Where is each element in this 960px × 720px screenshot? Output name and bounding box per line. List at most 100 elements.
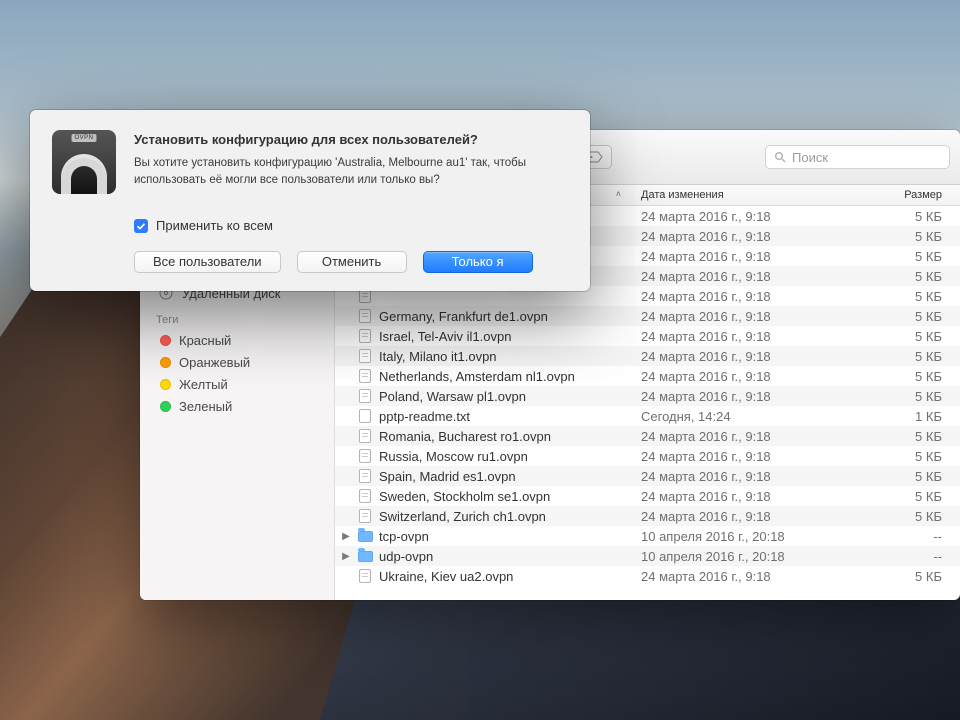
file-size: 5 КБ: [890, 309, 960, 324]
ovpn-file-icon: [357, 328, 373, 344]
search-placeholder: Поиск: [792, 150, 828, 165]
column-header-size[interactable]: Размер: [890, 189, 960, 201]
file-date: 24 марта 2016 г., 9:18: [635, 469, 890, 484]
file-row[interactable]: Ukraine, Kiev ua2.ovpn 24 марта 2016 г., …: [335, 566, 960, 586]
file-size: 5 КБ: [890, 249, 960, 264]
file-row[interactable]: Israel, Tel-Aviv il1.ovpn24 марта 2016 г…: [335, 326, 960, 346]
file-row[interactable]: Italy, Milano it1.ovpn 24 марта 2016 г., …: [335, 346, 960, 366]
app-icon-badge: OVPN: [71, 134, 96, 142]
file-date: 24 марта 2016 г., 9:18: [635, 369, 890, 384]
sort-asc-icon: ˄: [616, 189, 629, 201]
file-date: 24 марта 2016 г., 9:18: [635, 349, 890, 364]
ovpn-file-icon: [357, 388, 373, 404]
file-date: 24 марта 2016 г., 9:18: [635, 389, 890, 404]
file-size: 5 КБ: [890, 449, 960, 464]
file-name: Romania, Bucharest ro1.ovpn: [379, 429, 551, 444]
cancel-button[interactable]: Отменить: [297, 251, 407, 273]
file-name: Switzerland, Zurich ch1.ovpn: [379, 509, 546, 524]
sidebar-item-label: Зеленый: [179, 399, 232, 414]
disclosure-triangle-icon[interactable]: ▶: [341, 531, 351, 542]
ovpn-file-icon: [357, 308, 373, 324]
folder-icon: [357, 528, 373, 544]
folder-icon: [357, 548, 373, 564]
tag-color-icon: [160, 401, 171, 412]
file-name: Ukraine, Kiev ua2.ovpn: [379, 569, 513, 584]
ovpn-file-icon: [357, 348, 373, 364]
ovpn-file-icon: [357, 428, 373, 444]
only-me-button[interactable]: Только я: [423, 251, 533, 273]
folder-row[interactable]: ▶ tcp-ovpn 10 апреля 2016 г., 20:18--: [335, 526, 960, 546]
install-config-dialog: OVPN Установить конфигурацию для всех по…: [30, 110, 590, 291]
file-size: 5 КБ: [890, 329, 960, 344]
file-name: Netherlands, Amsterdam nl1.ovpn: [379, 369, 575, 384]
column-header-date[interactable]: Дата изменения: [635, 189, 890, 201]
file-date: 24 марта 2016 г., 9:18: [635, 429, 890, 444]
file-size: 5 КБ: [890, 349, 960, 364]
file-name: Russia, Moscow ru1.ovpn: [379, 449, 528, 464]
file-date: 24 марта 2016 г., 9:18: [635, 289, 890, 304]
tag-color-icon: [160, 379, 171, 390]
text-file-icon: [357, 408, 373, 424]
file-date: 24 марта 2016 г., 9:18: [635, 229, 890, 244]
file-date: 24 марта 2016 г., 9:18: [635, 449, 890, 464]
folder-row[interactable]: ▶ udp-ovpn 10 апреля 2016 г., 20:18--: [335, 546, 960, 566]
ovpn-file-icon: [357, 568, 373, 584]
ovpn-file-icon: [357, 448, 373, 464]
file-date: 10 апреля 2016 г., 20:18: [635, 549, 890, 564]
tag-color-icon: [160, 357, 171, 368]
file-date: 24 марта 2016 г., 9:18: [635, 309, 890, 324]
file-name: Italy, Milano it1.ovpn: [379, 349, 497, 364]
file-size: 5 КБ: [890, 569, 960, 584]
file-size: --: [890, 529, 960, 544]
file-size: 5 КБ: [890, 269, 960, 284]
file-row[interactable]: Romania, Bucharest ro1.ovpn 24 марта 2016…: [335, 426, 960, 446]
file-size: 5 КБ: [890, 289, 960, 304]
file-row[interactable]: pptp-readme.txtСегодня, 14:241 КБ: [335, 406, 960, 426]
file-row[interactable]: Sweden, Stockholm se1.ovpn24 марта 2016 …: [335, 486, 960, 506]
file-size: 5 КБ: [890, 509, 960, 524]
search-icon: [774, 151, 786, 163]
apply-to-all-checkbox[interactable]: Применить ко всем: [134, 218, 568, 233]
file-row[interactable]: Spain, Madrid es1.ovpn24 марта 2016 г., …: [335, 466, 960, 486]
file-size: 5 КБ: [890, 389, 960, 404]
file-size: 5 КБ: [890, 369, 960, 384]
file-size: 5 КБ: [890, 429, 960, 444]
file-size: 5 КБ: [890, 229, 960, 244]
file-date: 10 апреля 2016 г., 20:18: [635, 529, 890, 544]
ovpn-file-icon: [357, 508, 373, 524]
tunnelblick-app-icon: OVPN: [52, 130, 116, 194]
file-date: 24 марта 2016 г., 9:18: [635, 269, 890, 284]
file-name: udp-ovpn: [379, 549, 433, 564]
file-size: 5 КБ: [890, 469, 960, 484]
search-input[interactable]: Поиск: [765, 145, 950, 169]
sidebar-header-tags: Теги: [140, 304, 334, 329]
checkbox-checked-icon: [134, 219, 148, 233]
ovpn-file-icon: [357, 368, 373, 384]
sidebar-item-label: Оранжевый: [179, 355, 250, 370]
dialog-body: Вы хотите установить конфигурацию 'Austr…: [134, 155, 568, 188]
file-row[interactable]: Switzerland, Zurich ch1.ovpn 24 марта 201…: [335, 506, 960, 526]
file-row[interactable]: Germany, Frankfurt de1.ovpn 24 марта 2016…: [335, 306, 960, 326]
file-name: tcp-ovpn: [379, 529, 429, 544]
disclosure-triangle-icon[interactable]: ▶: [341, 551, 351, 562]
sidebar-item-label: Красный: [179, 333, 231, 348]
file-date: 24 марта 2016 г., 9:18: [635, 509, 890, 524]
file-name: Israel, Tel-Aviv il1.ovpn: [379, 329, 511, 344]
file-row[interactable]: Netherlands, Amsterdam nl1.ovpn 24 марта …: [335, 366, 960, 386]
file-row[interactable]: Poland, Warsaw pl1.ovpn24 марта 2016 г.,…: [335, 386, 960, 406]
sidebar-tag-item[interactable]: Зеленый: [140, 395, 334, 417]
file-name: Germany, Frankfurt de1.ovpn: [379, 309, 548, 324]
apply-to-all-label: Применить ко всем: [156, 218, 273, 233]
dialog-title: Установить конфигурацию для всех пользов…: [134, 132, 568, 147]
file-size: --: [890, 549, 960, 564]
file-date: 24 марта 2016 г., 9:18: [635, 569, 890, 584]
sidebar-tag-item[interactable]: Красный: [140, 329, 334, 351]
sidebar-tag-item[interactable]: Оранжевый: [140, 351, 334, 373]
sidebar-tag-item[interactable]: Желтый: [140, 373, 334, 395]
file-name: Sweden, Stockholm se1.ovpn: [379, 489, 550, 504]
file-row[interactable]: Russia, Moscow ru1.ovpn 24 марта 2016 г.,…: [335, 446, 960, 466]
ovpn-file-icon: [357, 488, 373, 504]
all-users-button[interactable]: Все пользователи: [134, 251, 281, 273]
tag-color-icon: [160, 335, 171, 346]
file-size: 5 КБ: [890, 209, 960, 224]
